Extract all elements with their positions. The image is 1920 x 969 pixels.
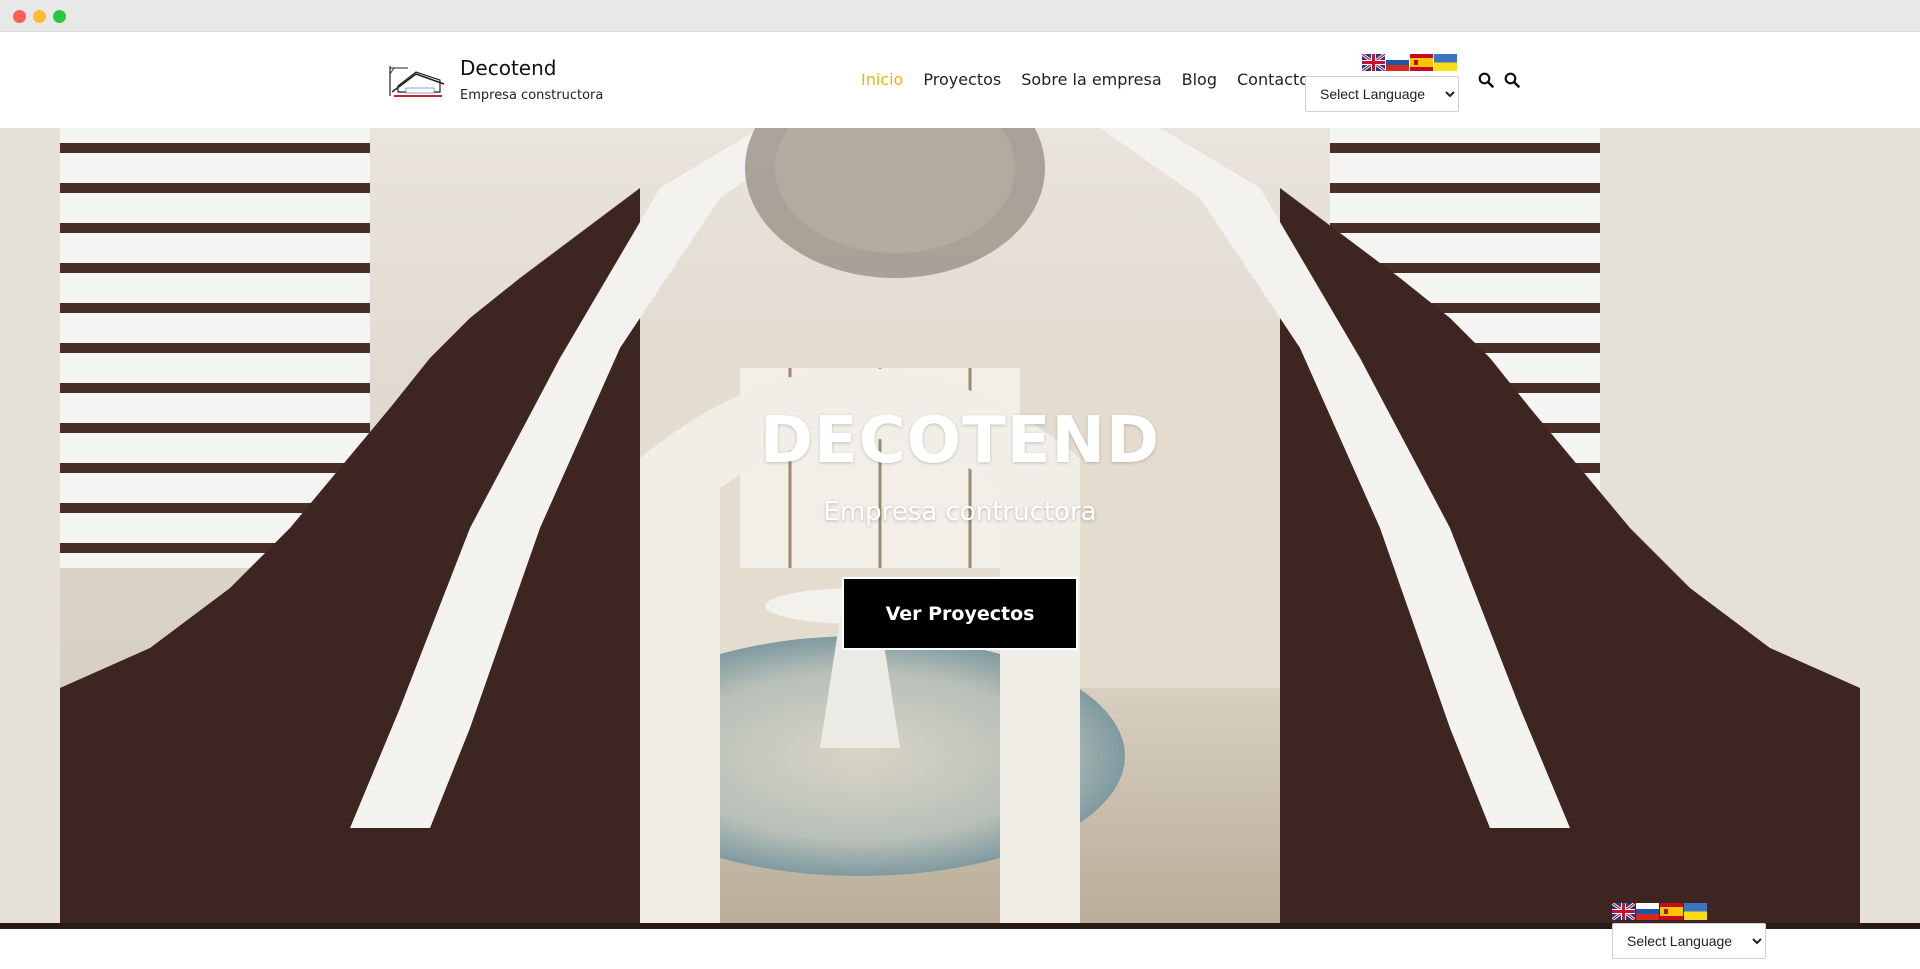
spanish-flag-icon[interactable] bbox=[1410, 54, 1433, 71]
search-icon-secondary[interactable] bbox=[1504, 72, 1520, 88]
minimize-window-button[interactable] bbox=[33, 10, 46, 23]
language-select-header[interactable]: Select Language bbox=[1305, 76, 1459, 112]
hero-section: DECOTEND Empresa contructora Ver Proyect… bbox=[0, 128, 1920, 929]
site-tagline: Empresa constructora bbox=[460, 88, 604, 103]
search-icon[interactable] bbox=[1478, 72, 1494, 88]
spanish-flag-icon[interactable] bbox=[1660, 903, 1683, 920]
site-header: Decotend Empresa constructora Inicio Pro… bbox=[0, 32, 1920, 128]
ukrainian-flag-icon[interactable] bbox=[1684, 903, 1707, 920]
nav-item-proyectos[interactable]: Proyectos bbox=[923, 70, 1001, 89]
english-flag-icon[interactable] bbox=[1362, 54, 1385, 71]
nav-item-blog[interactable]: Blog bbox=[1182, 70, 1217, 89]
ukrainian-flag-icon[interactable] bbox=[1434, 54, 1457, 71]
main-nav: Inicio Proyectos Sobre la empresa Blog C… bbox=[861, 70, 1329, 89]
language-flags-footer bbox=[1612, 903, 1707, 920]
russian-flag-icon[interactable] bbox=[1386, 54, 1409, 71]
nav-item-inicio[interactable]: Inicio bbox=[861, 70, 903, 89]
hero-background-image bbox=[0, 128, 1920, 929]
nav-item-sobre-la-empresa[interactable]: Sobre la empresa bbox=[1021, 70, 1161, 89]
language-flags-header bbox=[1362, 54, 1457, 71]
window-titlebar bbox=[0, 0, 1920, 32]
close-window-button[interactable] bbox=[13, 10, 26, 23]
english-flag-icon[interactable] bbox=[1612, 903, 1635, 920]
nav-item-contacto[interactable]: Contacto bbox=[1237, 70, 1309, 89]
maximize-window-button[interactable] bbox=[53, 10, 66, 23]
hero-subtitle: Empresa contructora bbox=[823, 497, 1097, 527]
russian-flag-icon[interactable] bbox=[1636, 903, 1659, 920]
language-select-footer[interactable]: Select Language bbox=[1612, 923, 1766, 959]
ver-proyectos-button[interactable]: Ver Proyectos bbox=[842, 577, 1078, 650]
site-title[interactable]: Decotend bbox=[460, 56, 556, 80]
site-logo[interactable] bbox=[388, 60, 448, 100]
hero-title: DECOTEND bbox=[759, 404, 1161, 478]
